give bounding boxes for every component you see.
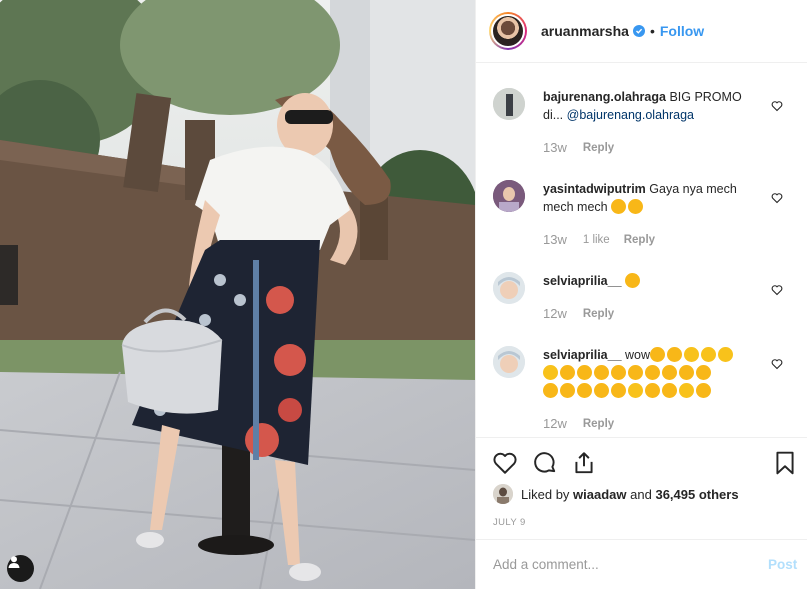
star-struck-emoji-icon — [625, 273, 641, 288]
post-side-panel: aruanmarsha • Follow bajurenang.olahraga… — [475, 0, 807, 589]
comment-time[interactable]: 13w — [543, 232, 567, 247]
star-struck-emoji-icon — [679, 365, 694, 380]
comment-heart-icon[interactable] — [771, 100, 783, 112]
star-struck-emoji-icon — [696, 365, 711, 380]
comment-icon[interactable] — [532, 450, 558, 476]
comment-meta: 13w Reply — [543, 140, 614, 155]
kiss-emoji-icon — [543, 365, 558, 380]
comment-username[interactable]: selviaprilia__ — [543, 274, 622, 288]
star-struck-emoji-icon — [611, 365, 626, 380]
kiss-emoji-icon — [628, 383, 643, 398]
comment-text: selviaprilia__ — [543, 272, 765, 290]
star-struck-emoji-icon — [577, 365, 592, 380]
post-image — [0, 0, 475, 589]
comment-heart-icon[interactable] — [771, 358, 783, 370]
liked-by-user[interactable]: wiaadaw — [573, 487, 626, 502]
comment-heart-icon[interactable] — [771, 192, 783, 204]
comment-likes[interactable]: 1 like — [583, 234, 610, 246]
liked-by-and: and — [630, 486, 652, 502]
header-separator: • — [649, 23, 655, 39]
comment-input[interactable] — [493, 557, 753, 572]
star-struck-emoji-icon — [696, 383, 711, 398]
reply-button[interactable]: Reply — [583, 142, 614, 154]
action-bar — [476, 437, 807, 487]
star-struck-emoji-icon — [645, 383, 660, 398]
star-struck-emoji-icon — [667, 347, 683, 362]
liker-avatar[interactable] — [493, 484, 513, 504]
star-struck-emoji-icon — [543, 383, 558, 398]
tongue-wink-emoji-icon — [611, 199, 627, 214]
heart-icon[interactable] — [492, 450, 518, 476]
star-struck-emoji-icon — [645, 365, 660, 380]
post-comment-button[interactable]: Post — [768, 557, 797, 572]
kiss-emoji-icon — [701, 347, 717, 362]
star-struck-emoji-icon — [594, 365, 609, 380]
star-struck-emoji-icon — [594, 383, 609, 398]
commenter-avatar[interactable] — [493, 180, 525, 212]
comment-mention[interactable]: @bajurenang.olahraga — [567, 108, 694, 122]
comment-heart-icon[interactable] — [771, 284, 783, 296]
star-struck-emoji-icon — [650, 347, 666, 362]
liked-by-label: Liked by — [521, 486, 570, 502]
kiss-emoji-icon — [684, 347, 700, 362]
kiss-emoji-icon — [718, 347, 734, 362]
comment-username[interactable]: selviaprilia__ — [543, 348, 622, 362]
likes-count[interactable]: 36,495 others — [655, 487, 738, 502]
comment-meta: 12w Reply — [543, 306, 614, 321]
verified-badge-icon — [632, 25, 645, 37]
user-tag-icon — [8, 556, 20, 568]
star-struck-emoji-icon — [662, 383, 677, 398]
commenter-avatar[interactable] — [493, 88, 525, 120]
commenter-avatar[interactable] — [493, 346, 525, 378]
reply-button[interactable]: Reply — [583, 308, 614, 320]
author-avatar[interactable] — [489, 12, 527, 50]
comment-text: yasintadwiputrim Gaya nya mech mech mech — [543, 180, 765, 216]
star-struck-emoji-icon — [560, 383, 575, 398]
comment-content: wow — [625, 348, 651, 362]
star-struck-emoji-icon — [662, 365, 677, 380]
bookmark-icon[interactable] — [772, 450, 798, 476]
comment-time[interactable]: 12w — [543, 416, 567, 431]
comment-text: bajurenang.olahraga BIG PROMO di... @baj… — [543, 88, 765, 124]
comment-composer: Post — [476, 539, 807, 589]
star-struck-emoji-icon — [577, 383, 592, 398]
comment-meta: 13w 1 like Reply — [543, 232, 655, 247]
comments-list[interactable]: bajurenang.olahraga BIG PROMO di... @baj… — [476, 64, 807, 436]
follow-button[interactable]: Follow — [660, 23, 704, 39]
commenter-avatar[interactable] — [493, 272, 525, 304]
comment-username[interactable]: yasintadwiputrim — [543, 182, 646, 196]
star-struck-emoji-icon — [560, 365, 575, 380]
post-photo[interactable] — [0, 0, 475, 589]
tongue-wink-emoji-icon — [628, 199, 644, 214]
author-username[interactable]: aruanmarsha — [541, 23, 629, 39]
comment-meta: 12w Reply — [543, 416, 614, 431]
reply-button[interactable]: Reply — [583, 418, 614, 430]
likes-summary: Liked by wiaadaw and 36,495 others — [493, 484, 739, 504]
reply-button[interactable]: Reply — [624, 234, 655, 246]
share-icon[interactable] — [571, 450, 597, 476]
star-struck-emoji-icon — [628, 365, 643, 380]
comment-time[interactable]: 12w — [543, 306, 567, 321]
comment-username[interactable]: bajurenang.olahraga — [543, 90, 666, 104]
kiss-emoji-icon — [679, 383, 694, 398]
comment-time[interactable]: 13w — [543, 140, 567, 155]
post-header: aruanmarsha • Follow — [476, 0, 807, 63]
post-date[interactable]: JULY 9 — [493, 517, 526, 528]
star-struck-emoji-icon — [611, 383, 626, 398]
comment-text: selviaprilia__ wow — [543, 346, 765, 400]
user-tag-button[interactable] — [7, 555, 34, 582]
